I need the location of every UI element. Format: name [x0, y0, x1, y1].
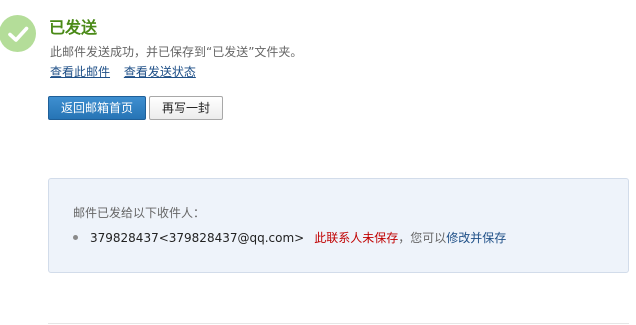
- send-success-message: 此邮件发送成功，并已保存到“已发送”文件夹。: [50, 45, 303, 59]
- check-mark-icon: [7, 26, 28, 42]
- view-send-status-link[interactable]: 查看发送状态: [124, 65, 196, 79]
- view-mail-link[interactable]: 查看此邮件: [50, 65, 110, 79]
- page-title: 已发送: [49, 18, 98, 37]
- bullet-icon: [73, 235, 78, 240]
- edit-and-save-link[interactable]: 修改并保存: [446, 231, 506, 245]
- list-item: 379828437<379828437@qq.com> 此联系人未保存，您可以修改…: [73, 230, 506, 246]
- contact-not-saved-label: 此联系人未保存: [314, 231, 399, 245]
- divider: [48, 323, 629, 324]
- save-hint-text: ，您可以: [398, 231, 447, 245]
- recipients-panel: 邮件已发给以下收件人： 379828437<379828437@qq.com> 此…: [48, 178, 629, 273]
- send-success-page: 已发送 此邮件发送成功，并已保存到“已发送”文件夹。 查看此邮件 查看发送状态 …: [0, 0, 636, 325]
- status-links: 查看此邮件 查看发送状态: [50, 64, 196, 80]
- recipients-panel-title: 邮件已发给以下收件人：: [73, 206, 206, 220]
- write-another-button[interactable]: 再写一封: [149, 96, 223, 120]
- back-to-inbox-button[interactable]: 返回邮箱首页: [48, 96, 146, 120]
- check-icon: [0, 15, 36, 52]
- recipient-address: 379828437<379828437@qq.com>: [90, 231, 305, 245]
